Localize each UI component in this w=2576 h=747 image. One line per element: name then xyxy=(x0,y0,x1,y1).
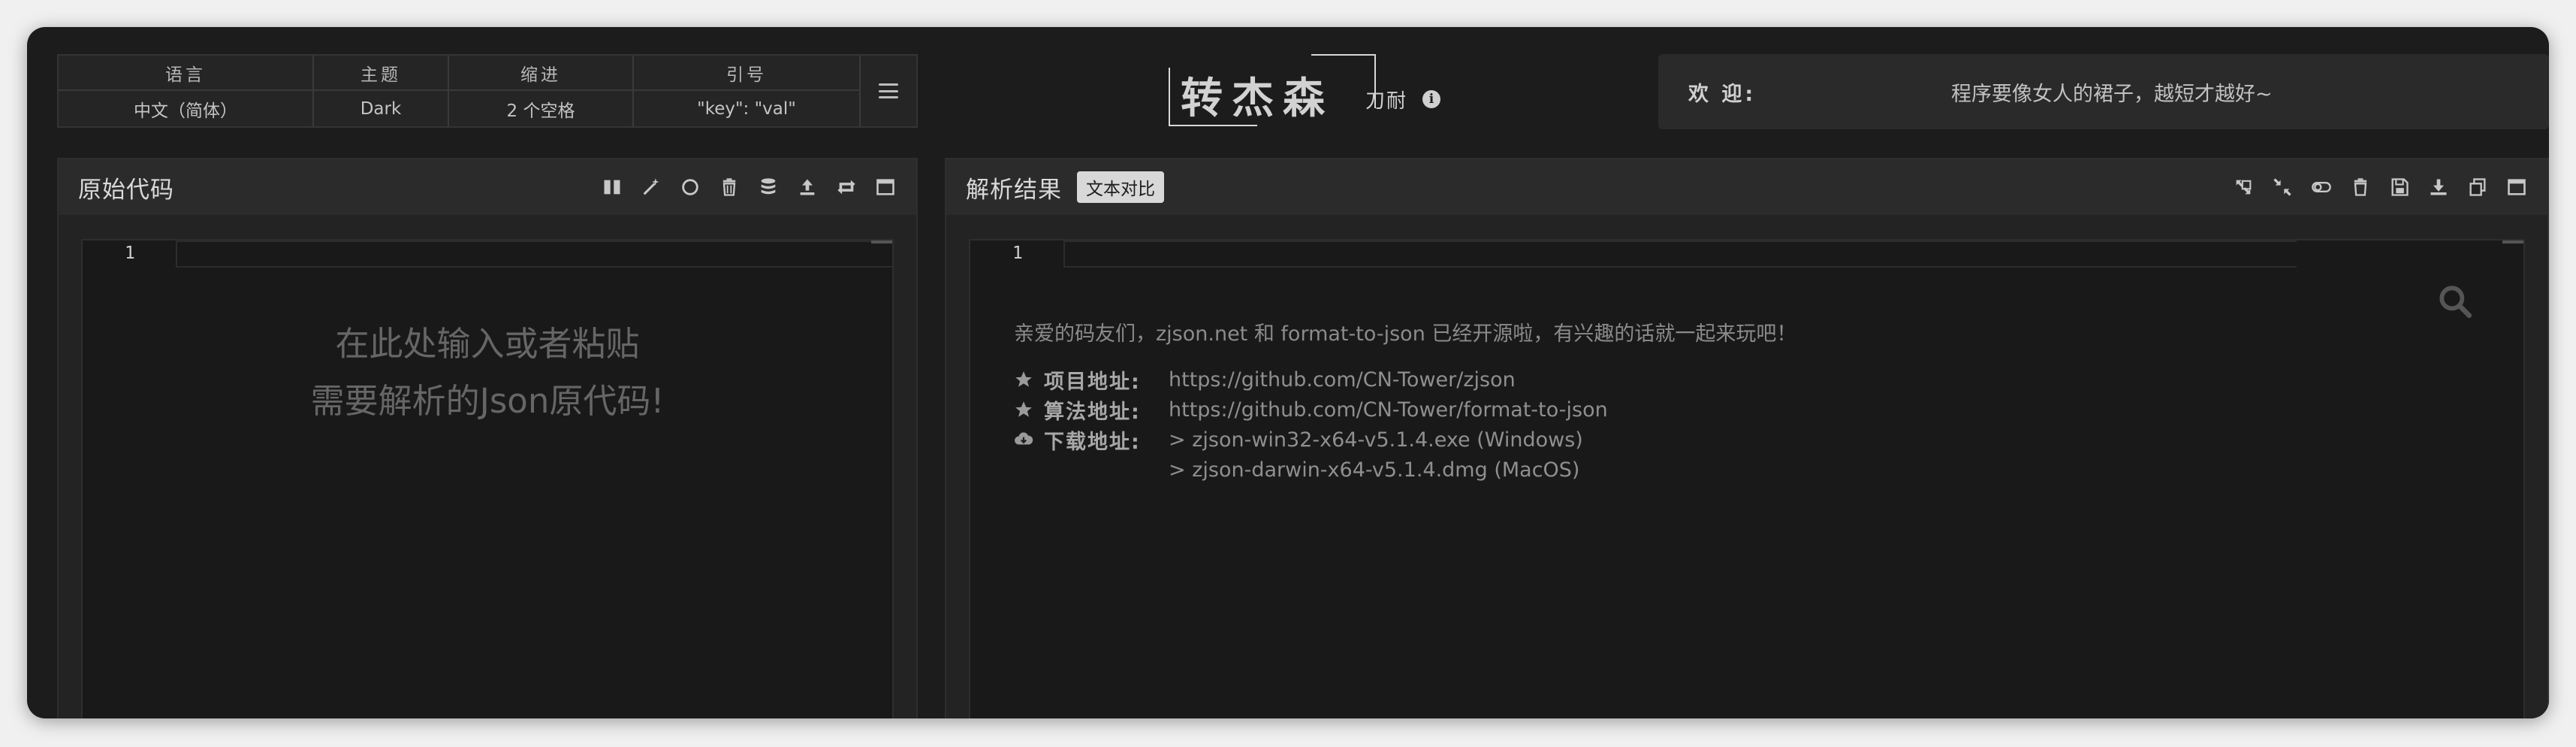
settings-indent[interactable]: 缩进 2 个空格 xyxy=(449,56,634,126)
download-icon[interactable] xyxy=(2427,176,2450,198)
editor-placeholder: 在此处输入或者粘贴 需要解析的Json原代码! xyxy=(83,316,892,430)
copy-icon[interactable] xyxy=(2466,176,2489,198)
trash-icon[interactable] xyxy=(2349,176,2372,198)
algo-row: 算法地址: https://github.com/CN-Tower/format… xyxy=(1014,395,1796,425)
result-panel-header: 解析结果 文本对比 xyxy=(946,159,2547,215)
welcome-info: 亲爱的码友们，zjson.net 和 format-to-json 已经开源啦，… xyxy=(1014,317,1796,485)
source-editor[interactable]: 1 在此处输入或者粘贴 需要解析的Json原代码! xyxy=(81,239,894,718)
source-panel-header: 原始代码 xyxy=(59,159,916,215)
active-line-highlight[interactable] xyxy=(176,240,892,268)
download-windows-link[interactable]: > zjson-win32-x64-v5.1.4.exe (Windows) xyxy=(1169,428,1583,452)
result-toolbar xyxy=(2232,159,2528,215)
save-icon[interactable] xyxy=(2388,176,2411,198)
star-icon xyxy=(1014,370,1044,389)
placeholder-line-1: 在此处输入或者粘贴 xyxy=(335,324,640,364)
line-number: 1 xyxy=(125,243,135,263)
settings-header-quote: 引号 xyxy=(634,56,859,92)
source-toolbar xyxy=(601,159,897,215)
circle-icon[interactable] xyxy=(679,176,701,198)
result-panel: 解析结果 文本对比 1 亲爱的码友们，zjson.net 和 format-to… xyxy=(945,158,2549,718)
info-icon[interactable]: i xyxy=(1422,90,1440,108)
download-mac-row: > zjson-darwin-x64-v5.1.4.dmg (MacOS) xyxy=(1014,455,1796,485)
window-maximize-icon[interactable] xyxy=(2505,176,2528,198)
editor-line-row: 1 xyxy=(83,240,892,268)
upload-icon[interactable] xyxy=(796,176,819,198)
settings-value-quote[interactable]: "key": "val" xyxy=(634,91,859,126)
compress-icon[interactable] xyxy=(2271,176,2294,198)
project-label: 项目地址: xyxy=(1044,370,1141,394)
retweet-icon[interactable] xyxy=(835,176,858,198)
download-mac-link[interactable]: > zjson-darwin-x64-v5.1.4.dmg (MacOS) xyxy=(1169,458,1579,482)
welcome-banner: 欢 迎: 程序要像女人的裙子，越短才越好~ xyxy=(1658,54,2549,129)
source-panel: 原始代码 1 在此处输入或者粘贴 需要解析的Json原代码! xyxy=(57,158,918,718)
logo-sub-text: 刀耐 xyxy=(1365,90,1408,113)
database-icon[interactable] xyxy=(757,176,780,198)
line-gutter: 1 xyxy=(970,240,1063,268)
settings-language[interactable]: 语言 中文（简体） xyxy=(59,56,314,126)
settings-value-indent[interactable]: 2 个空格 xyxy=(449,91,632,126)
download-label: 下载地址: xyxy=(1044,430,1141,454)
app-window: 语言 中文（简体） 主题 Dark 缩进 2 个空格 引号 "key": "va… xyxy=(27,27,2549,718)
settings-menu-button[interactable] xyxy=(861,56,916,126)
settings-header-language: 语言 xyxy=(59,56,312,92)
placeholder-line-2: 需要解析的Json原代码! xyxy=(310,381,665,421)
settings-header-theme: 主题 xyxy=(314,56,448,92)
welcome-label: 欢 迎: xyxy=(1688,82,1757,106)
scrollbar[interactable] xyxy=(871,240,892,243)
split-columns-icon[interactable] xyxy=(601,176,623,198)
project-link[interactable]: https://github.com/CN-Tower/zjson xyxy=(1169,368,1516,392)
logo-main-text: 转杰森 xyxy=(1181,74,1334,123)
algo-link[interactable]: https://github.com/CN-Tower/format-to-js… xyxy=(1169,398,1608,422)
result-panel-title: 解析结果 xyxy=(966,176,1062,204)
star-icon xyxy=(1014,400,1044,419)
result-editor[interactable]: 1 亲爱的码友们，zjson.net 和 format-to-json 已经开源… xyxy=(969,239,2525,718)
window-maximize-icon[interactable] xyxy=(874,176,897,198)
logo: 转杰森 刀耐 i xyxy=(1139,54,1469,129)
text-compare-button[interactable]: 文本对比 xyxy=(1077,171,1164,203)
magic-wand-icon[interactable] xyxy=(640,176,662,198)
settings-quote[interactable]: 引号 "key": "val" xyxy=(634,56,861,126)
project-row: 项目地址: https://github.com/CN-Tower/zjson xyxy=(1014,364,1796,395)
welcome-message: 程序要像女人的裙子，越短才越好~ xyxy=(1951,82,2273,106)
editor-line-row: 1 xyxy=(970,240,2297,268)
algo-label: 算法地址: xyxy=(1044,400,1141,424)
settings-header-indent: 缩进 xyxy=(449,56,632,92)
trash-icon[interactable] xyxy=(718,176,741,198)
settings-theme[interactable]: 主题 Dark xyxy=(314,56,449,126)
active-line-highlight[interactable] xyxy=(1063,240,2297,268)
expand-icon[interactable] xyxy=(2232,176,2255,198)
download-row: 下载地址: > zjson-win32-x64-v5.1.4.exe (Wind… xyxy=(1014,425,1796,455)
toggle-icon[interactable] xyxy=(2310,176,2333,198)
hamburger-icon xyxy=(879,83,898,98)
source-panel-title: 原始代码 xyxy=(78,176,174,204)
settings-value-language[interactable]: 中文（简体） xyxy=(59,91,312,126)
line-number: 1 xyxy=(1012,243,1023,263)
scrollbar[interactable] xyxy=(2502,240,2523,243)
line-gutter: 1 xyxy=(83,240,176,268)
search-icon[interactable] xyxy=(2436,283,2474,320)
cloud-download-icon xyxy=(1014,430,1044,449)
settings-table: 语言 中文（简体） 主题 Dark 缩进 2 个空格 引号 "key": "va… xyxy=(57,54,918,128)
settings-value-theme[interactable]: Dark xyxy=(314,91,448,126)
intro-text: 亲爱的码友们，zjson.net 和 format-to-json 已经开源啦，… xyxy=(1014,322,1797,346)
